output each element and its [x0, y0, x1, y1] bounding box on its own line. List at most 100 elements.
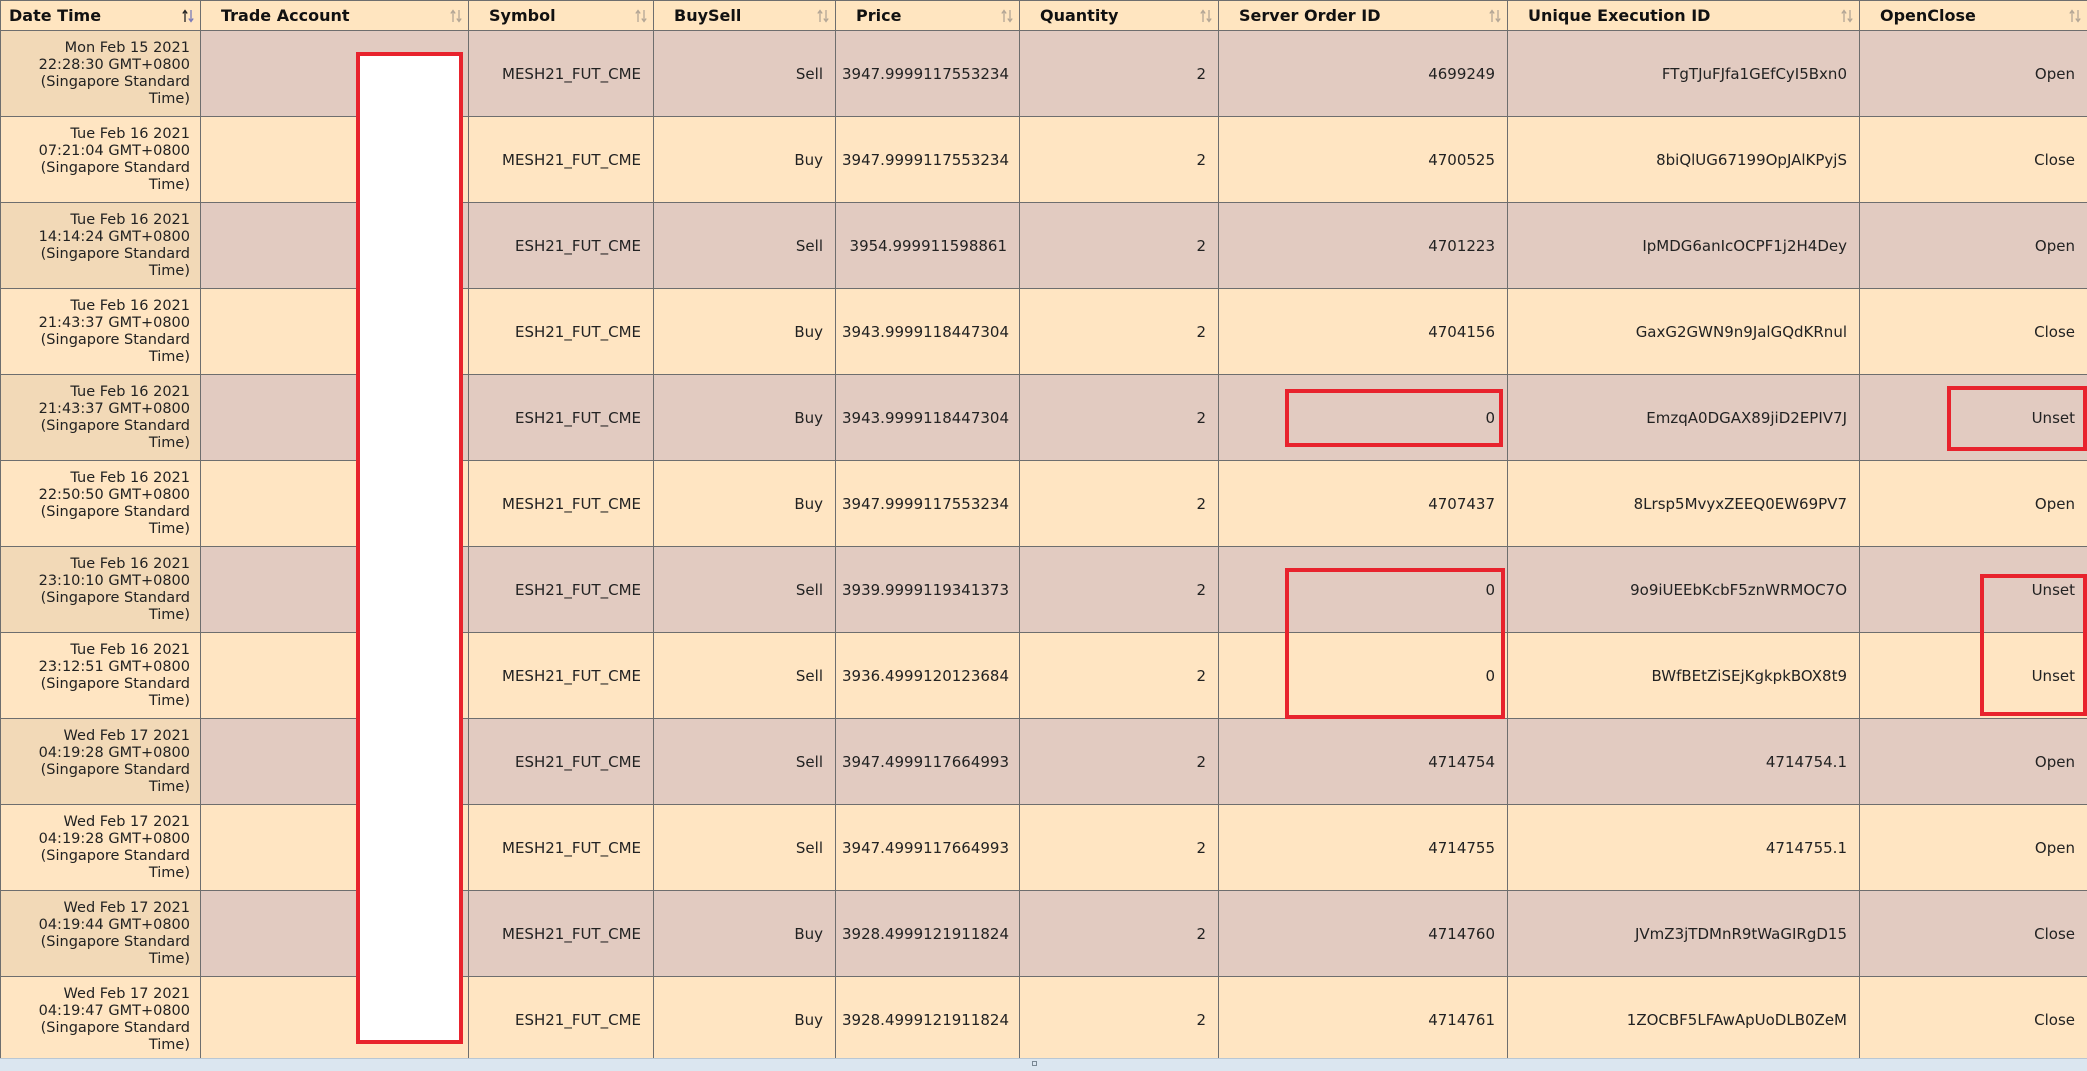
- column-header-label: Unique Execution ID: [1528, 6, 1710, 25]
- table-row[interactable]: Tue Feb 16 2021 14:14:24 GMT+0800 (Singa…: [1, 203, 2087, 289]
- cell-price: 3947.9999117553234: [836, 117, 1020, 203]
- cell-symbol: ESH21_FUT_CME: [469, 547, 654, 633]
- cell-quantity: 2: [1020, 117, 1219, 203]
- cell-symbol: ESH21_FUT_CME: [469, 375, 654, 461]
- openclose-highlight-row5: [1947, 386, 2087, 451]
- cell-quantity: 2: [1020, 461, 1219, 547]
- cell-server-order-id: 4699249: [1219, 31, 1508, 117]
- sort-icon[interactable]: [817, 8, 829, 24]
- sort-icon[interactable]: [1841, 8, 1853, 24]
- cell-buysell: Sell: [654, 31, 836, 117]
- cell-openclose: Open: [1860, 719, 2087, 805]
- cell-symbol: ESH21_FUT_CME: [469, 203, 654, 289]
- column-header-price[interactable]: Price: [836, 1, 1020, 31]
- cell-symbol: MESH21_FUT_CME: [469, 633, 654, 719]
- cell-buysell: Buy: [654, 375, 836, 461]
- column-header-buysell[interactable]: BuySell: [654, 1, 836, 31]
- cell-openclose: Open: [1860, 31, 2087, 117]
- cell-price: 3947.4999117664993: [836, 805, 1020, 891]
- cell-datetime: Tue Feb 16 2021 07:21:04 GMT+0800 (Singa…: [1, 117, 201, 203]
- cell-execution-id: 4714754.1: [1508, 719, 1860, 805]
- cell-symbol: MESH21_FUT_CME: [469, 891, 654, 977]
- cell-buysell: Sell: [654, 633, 836, 719]
- table-row[interactable]: Wed Feb 17 2021 04:19:44 GMT+0800 (Singa…: [1, 891, 2087, 977]
- column-header-label: Quantity: [1040, 6, 1118, 25]
- cell-datetime: Tue Feb 16 2021 14:14:24 GMT+0800 (Singa…: [1, 203, 201, 289]
- cell-datetime: Tue Feb 16 2021 21:43:37 GMT+0800 (Singa…: [1, 289, 201, 375]
- sort-icon[interactable]: [635, 8, 647, 24]
- cell-buysell: Sell: [654, 805, 836, 891]
- cell-quantity: 2: [1020, 31, 1219, 117]
- column-header-quantity[interactable]: Quantity: [1020, 1, 1219, 31]
- sort-icon[interactable]: [2069, 8, 2081, 24]
- cell-openclose: Open: [1860, 805, 2087, 891]
- cell-buysell: Buy: [654, 891, 836, 977]
- cell-datetime: Wed Feb 17 2021 04:19:28 GMT+0800 (Singa…: [1, 719, 201, 805]
- table-body: Mon Feb 15 2021 22:28:30 GMT+0800 (Singa…: [1, 31, 2087, 1059]
- cell-quantity: 2: [1020, 977, 1219, 1059]
- column-header-label: OpenClose: [1880, 6, 1976, 25]
- cell-buysell: Sell: [654, 203, 836, 289]
- cell-execution-id: 9o9iUEEbKcbF5znWRMOC7O: [1508, 547, 1860, 633]
- cell-buysell: Sell: [654, 719, 836, 805]
- column-header-openclose[interactable]: OpenClose: [1860, 1, 2087, 31]
- cell-execution-id: BWfBEtZiSEjKgkpkBOX8t9: [1508, 633, 1860, 719]
- cell-execution-id: EmzqA0DGAX89jiD2EPIV7J: [1508, 375, 1860, 461]
- table-row[interactable]: Tue Feb 16 2021 21:43:37 GMT+0800 (Singa…: [1, 375, 2087, 461]
- cell-buysell: Buy: [654, 977, 836, 1059]
- sort-icon[interactable]: [450, 8, 462, 24]
- resize-handle[interactable]: [1032, 1061, 1037, 1066]
- cell-symbol: ESH21_FUT_CME: [469, 719, 654, 805]
- table-row[interactable]: Tue Feb 16 2021 23:10:10 GMT+0800 (Singa…: [1, 547, 2087, 633]
- cell-execution-id: 8Lrsp5MvyxZEEQ0EW69PV7: [1508, 461, 1860, 547]
- column-header-server-order-id[interactable]: Server Order ID: [1219, 1, 1508, 31]
- sort-icon[interactable]: [1200, 8, 1212, 24]
- sort-ascending-icon[interactable]: [182, 8, 194, 24]
- cell-server-order-id: 4701223: [1219, 203, 1508, 289]
- cell-price: 3936.4999120123684: [836, 633, 1020, 719]
- sort-icon[interactable]: [1489, 8, 1501, 24]
- cell-quantity: 2: [1020, 719, 1219, 805]
- cell-openclose: Close: [1860, 117, 2087, 203]
- cell-server-order-id: 4700525: [1219, 117, 1508, 203]
- column-header-label: Date Time: [9, 6, 101, 25]
- table-row[interactable]: Tue Feb 16 2021 21:43:37 GMT+0800 (Singa…: [1, 289, 2087, 375]
- cell-server-order-id: 4714760: [1219, 891, 1508, 977]
- cell-execution-id: 8biQlUG67199OpJAlKPyjS: [1508, 117, 1860, 203]
- cell-execution-id: FTgTJuFJfa1GEfCyI5Bxn0: [1508, 31, 1860, 117]
- table-row[interactable]: Mon Feb 15 2021 22:28:30 GMT+0800 (Singa…: [1, 31, 2087, 117]
- table-row[interactable]: Wed Feb 17 2021 04:19:47 GMT+0800 (Singa…: [1, 977, 2087, 1059]
- cell-buysell: Buy: [654, 461, 836, 547]
- cell-quantity: 2: [1020, 375, 1219, 461]
- cell-price: 3928.4999121911824: [836, 977, 1020, 1059]
- column-header-trade-account[interactable]: Trade Account: [201, 1, 469, 31]
- cell-openclose: Open: [1860, 461, 2087, 547]
- table-row[interactable]: Tue Feb 16 2021 23:12:51 GMT+0800 (Singa…: [1, 633, 2087, 719]
- cell-openclose: Open: [1860, 203, 2087, 289]
- cell-datetime: Mon Feb 15 2021 22:28:30 GMT+0800 (Singa…: [1, 31, 201, 117]
- cell-server-order-id: 4714754: [1219, 719, 1508, 805]
- table-row[interactable]: Wed Feb 17 2021 04:19:28 GMT+0800 (Singa…: [1, 805, 2087, 891]
- table-row[interactable]: Tue Feb 16 2021 07:21:04 GMT+0800 (Singa…: [1, 117, 2087, 203]
- cell-server-order-id: 4704156: [1219, 289, 1508, 375]
- sort-icon[interactable]: [1001, 8, 1013, 24]
- column-header-label: Server Order ID: [1239, 6, 1381, 25]
- column-header-label: BuySell: [674, 6, 741, 25]
- cell-execution-id: GaxG2GWN9n9JalGQdKRnul: [1508, 289, 1860, 375]
- column-header-date-time[interactable]: Date Time: [1, 1, 201, 31]
- column-header-label: Symbol: [489, 6, 556, 25]
- server-order-id-highlight-rows7-8: [1285, 568, 1505, 719]
- cell-buysell: Buy: [654, 289, 836, 375]
- cell-openclose: Close: [1860, 977, 2087, 1059]
- cell-price: 3943.9999118447304: [836, 289, 1020, 375]
- cell-datetime: Wed Feb 17 2021 04:19:47 GMT+0800 (Singa…: [1, 977, 201, 1059]
- column-header-unique-execution-id[interactable]: Unique Execution ID: [1508, 1, 1860, 31]
- table-row[interactable]: Wed Feb 17 2021 04:19:28 GMT+0800 (Singa…: [1, 719, 2087, 805]
- table-row[interactable]: Tue Feb 16 2021 22:50:50 GMT+0800 (Singa…: [1, 461, 2087, 547]
- cell-symbol: ESH21_FUT_CME: [469, 289, 654, 375]
- cell-datetime: Tue Feb 16 2021 23:12:51 GMT+0800 (Singa…: [1, 633, 201, 719]
- cell-quantity: 2: [1020, 547, 1219, 633]
- cell-symbol: MESH21_FUT_CME: [469, 31, 654, 117]
- column-header-symbol[interactable]: Symbol: [469, 1, 654, 31]
- cell-execution-id: JVmZ3jTDMnR9tWaGIRgD15: [1508, 891, 1860, 977]
